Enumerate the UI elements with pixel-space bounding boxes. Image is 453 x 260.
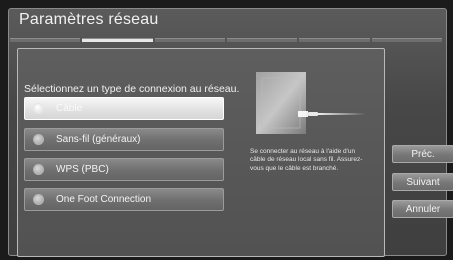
connection-prompt: Sélectionnez un type de connexion au rés… xyxy=(24,83,240,95)
radio-icon xyxy=(33,194,44,205)
radio-icon xyxy=(33,164,44,175)
radio-icon xyxy=(33,134,44,145)
option-label: Câble xyxy=(56,103,83,114)
radio-icon xyxy=(33,103,44,114)
page-title: Paramètres réseau xyxy=(19,11,159,28)
option-wireless[interactable]: Sans-fil (généraux) xyxy=(24,128,224,151)
progress-segment xyxy=(226,38,298,42)
ethernet-cable-icon xyxy=(256,72,366,134)
step-progress-bar xyxy=(10,38,442,42)
connection-description: Se connecter au réseau à l'aide d'un câb… xyxy=(250,148,363,172)
progress-segment-active xyxy=(82,38,153,42)
progress-segment xyxy=(299,38,370,42)
option-one-foot[interactable]: One Foot Connection xyxy=(24,188,224,211)
option-label: Sans-fil (généraux) xyxy=(56,134,141,145)
option-label: WPS (PBC) xyxy=(56,164,109,175)
option-wps[interactable]: WPS (PBC) xyxy=(24,158,224,181)
next-button[interactable]: Suivant xyxy=(392,173,453,191)
previous-button[interactable]: Préc. xyxy=(392,145,453,163)
option-cable[interactable]: Câble xyxy=(24,97,224,120)
progress-segment xyxy=(10,38,81,42)
option-label: One Foot Connection xyxy=(56,194,152,205)
progress-segment xyxy=(371,38,442,42)
progress-segment xyxy=(154,38,225,42)
cancel-button[interactable]: Annuler xyxy=(392,200,453,218)
